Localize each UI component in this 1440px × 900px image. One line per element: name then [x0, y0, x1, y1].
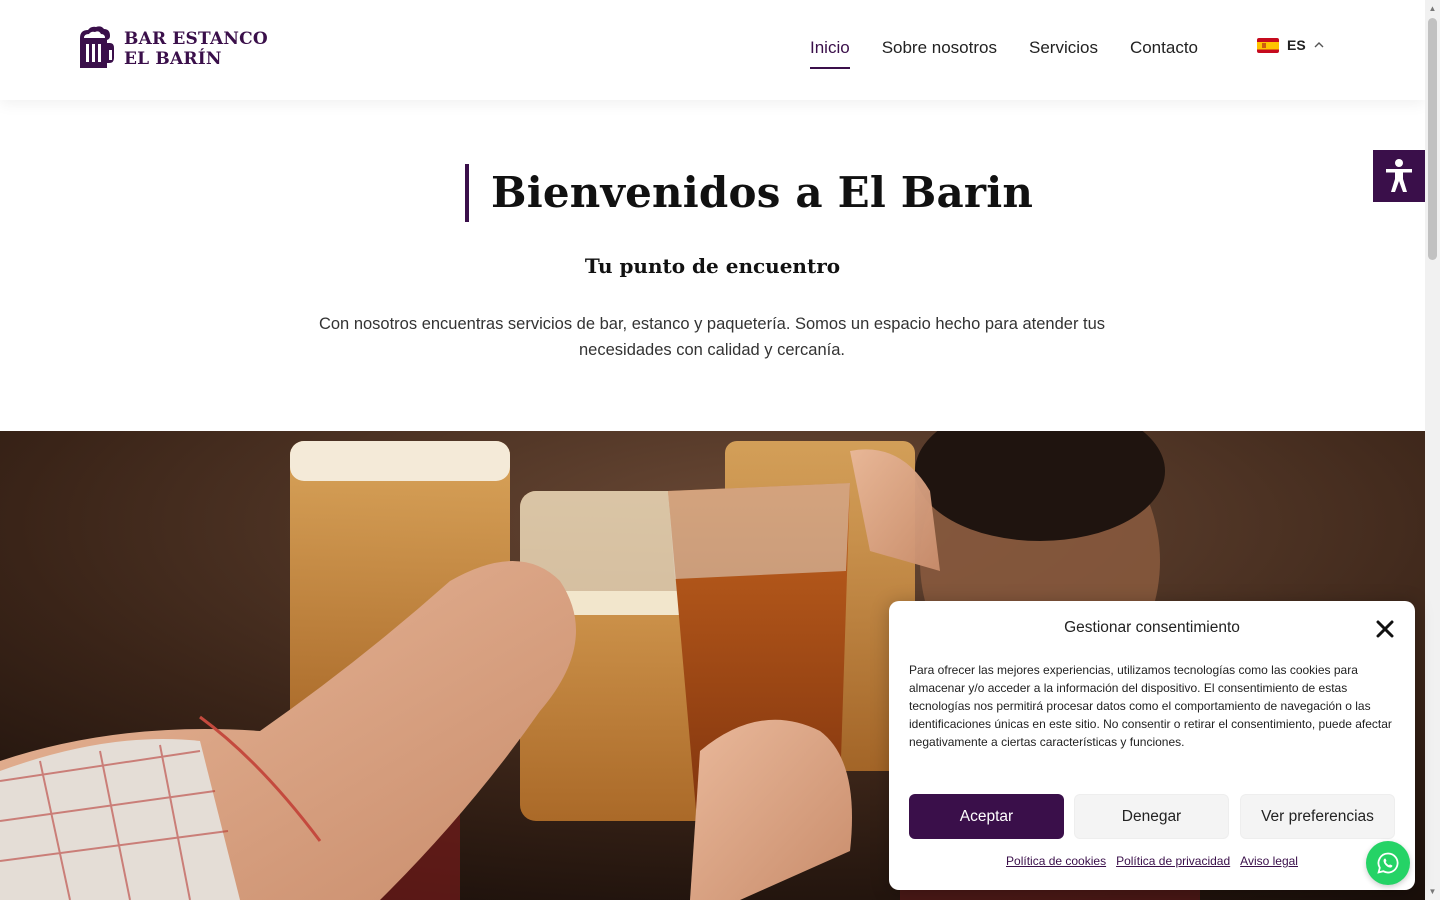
accessibility-icon	[1386, 159, 1412, 192]
page-subtitle: Tu punto de encuentro	[584, 254, 841, 278]
scroll-down-arrow-icon[interactable]: ▼	[1428, 887, 1437, 896]
scrollbar-thumb[interactable]	[1428, 18, 1437, 260]
site-header: BAR ESTANCO EL BARÍN Inicio Sobre nosotr…	[0, 0, 1425, 100]
close-icon[interactable]	[1375, 619, 1395, 639]
cookie-policy-link[interactable]: Política de cookies	[1006, 854, 1106, 868]
logo-text: BAR ESTANCO EL BARÍN	[124, 29, 268, 69]
logo-line-2: EL BARÍN	[124, 49, 222, 69]
cookie-modal-text: Para ofrecer las mejores experiencias, u…	[909, 663, 1392, 749]
page-scrollbar[interactable]: ▲ ▼	[1425, 0, 1440, 900]
view-preferences-button[interactable]: Ver preferencias	[1240, 794, 1395, 839]
scroll-up-arrow-icon[interactable]: ▲	[1428, 4, 1437, 13]
privacy-policy-link[interactable]: Política de privacidad	[1116, 854, 1230, 868]
language-switcher[interactable]: ES	[1257, 37, 1324, 53]
deny-cookies-button[interactable]: Denegar	[1074, 794, 1229, 839]
spain-flag-icon	[1257, 37, 1279, 53]
accept-cookies-button[interactable]: Aceptar	[909, 794, 1064, 839]
main-nav: Inicio Sobre nosotros Servicios Contacto	[810, 38, 1198, 69]
intro-paragraph: Con nosotros encuentras servicios de bar…	[318, 315, 1106, 359]
nav-link-contacto[interactable]: Contacto	[1130, 38, 1198, 69]
accessibility-button[interactable]	[1373, 150, 1425, 202]
whatsapp-button[interactable]	[1366, 841, 1410, 885]
chevron-up-icon	[1314, 42, 1324, 48]
cookie-consent-modal: Gestionar consentimiento Para ofrecer la…	[889, 601, 1415, 890]
nav-link-servicios[interactable]: Servicios	[1029, 38, 1098, 69]
page-title: Bienvenidos a El Barin	[491, 168, 1034, 217]
site-logo[interactable]: BAR ESTANCO EL BARÍN	[76, 26, 268, 72]
whatsapp-icon	[1377, 852, 1399, 874]
nav-link-sobre-nosotros[interactable]: Sobre nosotros	[882, 38, 997, 69]
logo-line-1: BAR ESTANCO	[124, 29, 268, 49]
cookie-modal-links: Política de cookies Política de privacid…	[889, 854, 1415, 868]
language-code: ES	[1287, 37, 1306, 53]
page-title-block: Bienvenidos a El Barin	[465, 164, 1033, 222]
nav-link-inicio[interactable]: Inicio	[810, 38, 850, 69]
cookie-modal-title: Gestionar consentimiento	[1064, 619, 1240, 636]
beer-mug-logo-icon	[80, 26, 114, 68]
legal-notice-link[interactable]: Aviso legal	[1240, 854, 1298, 868]
